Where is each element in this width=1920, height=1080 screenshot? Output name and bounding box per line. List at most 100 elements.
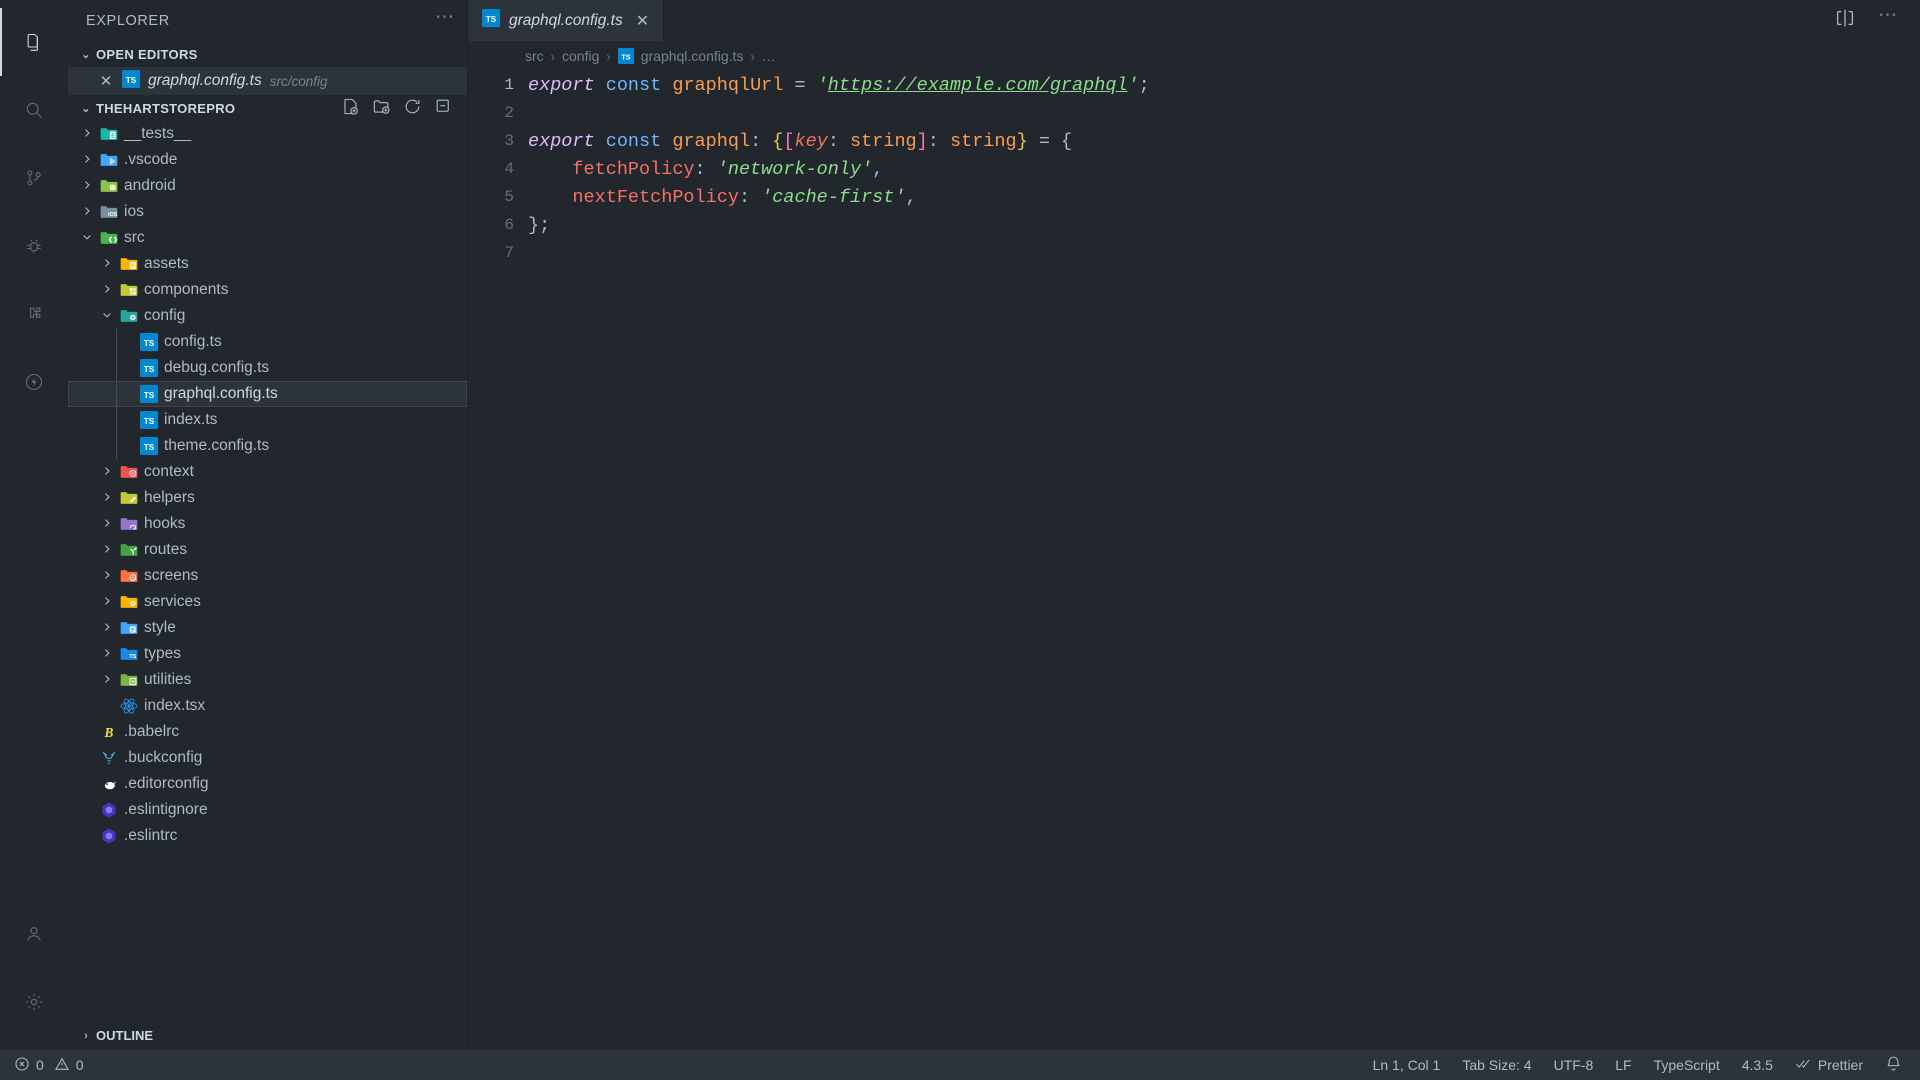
chevron-right-icon[interactable] <box>78 127 96 142</box>
svg-text:TS: TS <box>144 443 155 452</box>
project-section-header[interactable]: ⌄ THEHARTSTOREPRO <box>68 95 467 121</box>
tree-item-context[interactable]: context <box>68 459 467 485</box>
chevron-right-icon[interactable] <box>98 257 116 272</box>
tree-item-tests[interactable]: __tests__ <box>68 121 467 147</box>
chevron-right-icon[interactable] <box>98 491 116 506</box>
new-file-icon[interactable] <box>341 97 360 119</box>
tree-item-eslintrc[interactable]: .eslintrc <box>68 823 467 849</box>
chevron-right-icon[interactable] <box>78 179 96 194</box>
activity-extensions-icon[interactable] <box>0 280 68 348</box>
activity-source-control-icon[interactable] <box>0 144 68 212</box>
status-encoding[interactable]: UTF-8 <box>1554 1057 1594 1073</box>
token-brace: { <box>1061 130 1073 152</box>
vscode-window: EXPLORER ⋯ ⌄ OPEN EDITORS ✕ TS graphql.c… <box>0 0 1920 1080</box>
tree-item-config-ts[interactable]: TS config.ts <box>68 329 467 355</box>
status-prettier[interactable]: Prettier <box>1795 1055 1863 1075</box>
chevron-right-icon[interactable] <box>98 465 116 480</box>
activity-search-icon[interactable] <box>0 76 68 144</box>
tree-item-utilities[interactable]: utilities <box>68 667 467 693</box>
collapse-all-icon[interactable] <box>434 97 453 119</box>
tree-item-routes[interactable]: routes <box>68 537 467 563</box>
chevron-right-icon[interactable] <box>98 621 116 636</box>
sidebar-more-icon[interactable]: ⋯ <box>435 8 455 29</box>
file-tree[interactable]: __tests__ .vscode android iOS ios src assets co… <box>68 121 467 1020</box>
tree-item-debug-config-ts[interactable]: TS debug.config.ts <box>68 355 467 381</box>
refresh-icon[interactable] <box>403 97 422 119</box>
breadcrumb-item-file[interactable]: graphql.config.ts <box>641 48 744 64</box>
status-language-mode[interactable]: TypeScript <box>1654 1057 1720 1073</box>
tab-bar: TS graphql.config.ts ✕ ⋯ <box>468 0 1920 41</box>
chevron-right-icon[interactable] <box>98 543 116 558</box>
code-editor[interactable]: 1 export const graphqlUrl = 'https://exa… <box>468 71 1920 1050</box>
chevron-right-icon[interactable] <box>98 673 116 688</box>
chevron-right-icon[interactable] <box>98 595 116 610</box>
activity-explorer-icon[interactable] <box>0 8 68 76</box>
chevron-right-icon[interactable] <box>78 153 96 168</box>
activity-account-icon[interactable] <box>0 900 68 968</box>
status-problems[interactable]: 0 0 <box>14 1056 84 1075</box>
chevron-right-icon[interactable] <box>98 569 116 584</box>
tree-item-index-ts[interactable]: TS index.ts <box>68 407 467 433</box>
tree-item-label: .buckconfig <box>124 749 203 766</box>
more-actions-icon[interactable]: ⋯ <box>1878 6 1898 31</box>
tree-item-label: assets <box>144 255 189 272</box>
chevron-down-icon[interactable] <box>78 231 96 246</box>
status-tab-size[interactable]: Tab Size: 4 <box>1462 1057 1531 1073</box>
tree-item-graphql-config-ts[interactable]: TS graphql.config.ts <box>68 381 467 407</box>
split-editor-icon[interactable] <box>1834 7 1856 34</box>
tree-item-buckconfig[interactable]: .buckconfig <box>68 745 467 771</box>
tree-item-editorconfig[interactable]: .editorconfig <box>68 771 467 797</box>
token-quote: ' <box>1127 74 1139 96</box>
tab-graphql-config-ts[interactable]: TS graphql.config.ts ✕ <box>468 0 665 41</box>
status-cursor-position[interactable]: Ln 1, Col 1 <box>1373 1057 1441 1073</box>
open-editors-section-header[interactable]: ⌄ OPEN EDITORS <box>68 41 467 67</box>
breadcrumb-item-config[interactable]: config <box>562 48 599 64</box>
tree-item-screens[interactable]: screens <box>68 563 467 589</box>
tree-item-types[interactable]: TS types <box>68 641 467 667</box>
breadcrumb-item-src[interactable]: src <box>525 48 544 64</box>
breadcrumb-item-more[interactable]: … <box>762 48 776 64</box>
chevron-right-icon[interactable] <box>98 517 116 532</box>
tree-item-services[interactable]: services <box>68 589 467 615</box>
ts-file-icon: TS <box>136 333 162 351</box>
tree-item-style[interactable]: style <box>68 615 467 641</box>
tree-item-components[interactable]: components <box>68 277 467 303</box>
tree-item-eslintignore[interactable]: .eslintignore <box>68 797 467 823</box>
tree-item-theme-config-ts[interactable]: TS theme.config.ts <box>68 433 467 459</box>
status-typescript-version[interactable]: 4.3.5 <box>1742 1057 1773 1073</box>
svg-text:TS: TS <box>486 15 497 24</box>
tree-item-babelrc[interactable]: B .babelrc <box>68 719 467 745</box>
code-line: 3 export const graphql: {[key: string]: … <box>468 127 1920 155</box>
close-icon[interactable]: ✕ <box>98 72 114 90</box>
project-actions <box>341 97 467 119</box>
chevron-right-icon[interactable] <box>98 283 116 298</box>
chevron-right-icon[interactable] <box>98 647 116 662</box>
status-eol[interactable]: LF <box>1615 1057 1631 1073</box>
tree-item-index-tsx[interactable]: index.tsx <box>68 693 467 719</box>
token-semicolon: ; <box>1138 74 1150 96</box>
tree-item-hooks[interactable]: hooks <box>68 511 467 537</box>
status-prettier-label: Prettier <box>1817 1057 1863 1073</box>
tree-item-helpers[interactable]: helpers <box>68 485 467 511</box>
new-folder-icon[interactable] <box>372 97 391 119</box>
tree-item-android[interactable]: android <box>68 173 467 199</box>
tree-item-ios[interactable]: iOS ios <box>68 199 467 225</box>
activity-lightning-icon[interactable] <box>0 348 68 416</box>
open-editor-item[interactable]: ✕ TS graphql.config.ts src/config <box>68 67 467 95</box>
folder-services <box>116 592 142 612</box>
tree-item-assets[interactable]: assets <box>68 251 467 277</box>
chevron-down-icon[interactable] <box>98 309 116 324</box>
token-url-link[interactable]: https://example.com/graphql <box>828 75 1128 96</box>
eslint-icon <box>96 826 122 846</box>
bell-icon[interactable] <box>1885 1055 1902 1075</box>
activity-gear-icon[interactable] <box>0 968 68 1036</box>
outline-section-header[interactable]: › OUTLINE <box>68 1020 467 1050</box>
close-icon[interactable]: ✕ <box>636 11 649 31</box>
tree-item-vscode[interactable]: .vscode <box>68 147 467 173</box>
tree-item-config[interactable]: config <box>68 303 467 329</box>
activity-debug-icon[interactable] <box>0 212 68 280</box>
folder-context <box>116 462 142 482</box>
tree-item-src[interactable]: src <box>68 225 467 251</box>
chevron-right-icon[interactable] <box>78 205 96 220</box>
svg-text:TS: TS <box>126 76 137 85</box>
